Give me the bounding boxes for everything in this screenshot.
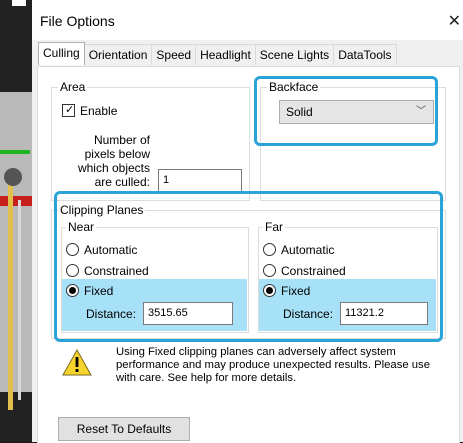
tab-headlight[interactable]: Headlight <box>195 44 256 65</box>
enable-label: Enable <box>80 104 118 118</box>
near-fixed-radio[interactable] <box>66 284 79 297</box>
backface-select[interactable]: Solid ﹀ <box>279 100 434 124</box>
scene-green-bar <box>0 150 30 154</box>
tab-strip: Culling Orientation Speed Headlight Scen… <box>38 42 397 66</box>
dialog-title: File Options <box>40 13 115 29</box>
near-distance-label: Distance: <box>86 307 137 321</box>
clipping-planes-group: Clipping Planes Near Automatic Constrain… <box>51 203 446 339</box>
far-automatic-label: Automatic <box>281 243 335 257</box>
close-icon[interactable]: ✕ <box>448 11 461 31</box>
area-group: Area ✓ Enable Number of pixels below whi… <box>51 80 250 201</box>
scene-pole <box>8 170 13 410</box>
near-automatic-label: Automatic <box>84 243 138 257</box>
scene-element <box>12 0 26 6</box>
backface-selected-value: Solid <box>286 105 313 119</box>
scene-wall <box>0 92 32 392</box>
background-3d-scene <box>0 0 32 442</box>
enable-checkbox[interactable]: ✓ <box>62 104 75 117</box>
far-group: Far Automatic Constrained Fixed Distance… <box>258 220 438 333</box>
near-group: Near Automatic Constrained Fixed Distanc… <box>61 220 249 333</box>
checkmark-icon: ✓ <box>65 104 75 116</box>
far-automatic-radio[interactable] <box>263 243 276 256</box>
far-distance-label: Distance: <box>283 307 334 321</box>
far-constrained-label: Constrained <box>281 264 346 278</box>
far-group-label: Far <box>263 220 285 234</box>
chevron-down-icon: ﹀ <box>416 106 426 117</box>
tab-speed[interactable]: Speed <box>151 44 197 65</box>
near-automatic-radio[interactable] <box>66 243 79 256</box>
tab-orientation[interactable]: Orientation <box>83 44 153 65</box>
file-options-dialog: File Options ✕ Culling Orientation Speed… <box>32 0 463 443</box>
warning-message: Using Fixed clipping planes can adversel… <box>116 346 430 384</box>
near-constrained-label: Constrained <box>84 264 149 278</box>
tab-culling[interactable]: Culling <box>38 42 85 65</box>
pixels-culled-input[interactable]: 1 <box>158 169 242 192</box>
scene-object <box>4 168 22 186</box>
far-fixed-label: Fixed <box>281 284 311 298</box>
clipping-planes-label: Clipping Planes <box>58 203 146 217</box>
near-distance-input[interactable]: 3515.65 <box>143 302 233 325</box>
culling-panel: Area ✓ Enable Number of pixels below whi… <box>37 66 460 443</box>
scene-pole <box>18 200 21 400</box>
backface-group-label: Backface <box>267 80 321 94</box>
pixels-below-label: Number of pixels below which objects are… <box>77 133 150 189</box>
scene-red-beam <box>0 196 32 206</box>
reset-to-defaults-button[interactable]: Reset To Defaults <box>58 417 190 441</box>
near-group-label: Near <box>66 220 97 234</box>
area-group-label: Area <box>58 80 88 94</box>
near-fixed-label: Fixed <box>84 284 114 298</box>
tab-scene-lights[interactable]: Scene Lights <box>254 44 335 65</box>
title-bar: File Options ✕ <box>32 0 463 40</box>
far-fixed-radio[interactable] <box>263 284 276 297</box>
warning-icon <box>62 349 92 376</box>
tab-datatools[interactable]: DataTools <box>333 44 397 65</box>
backface-group: Backface Solid ﹀ <box>260 80 446 201</box>
near-constrained-radio[interactable] <box>66 264 79 277</box>
far-distance-input[interactable]: 11321.2 <box>340 302 428 325</box>
far-constrained-radio[interactable] <box>263 264 276 277</box>
